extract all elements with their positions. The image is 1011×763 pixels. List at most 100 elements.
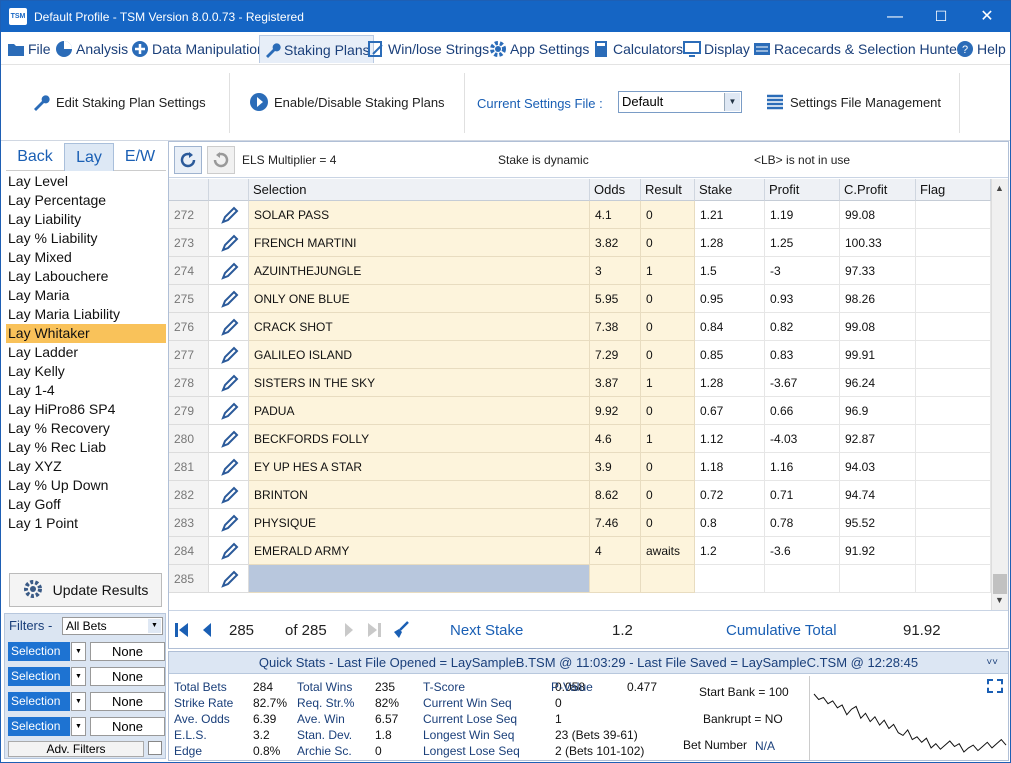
table-cell[interactable]: 1.18 <box>695 453 765 481</box>
plan-item[interactable]: Lay Maria <box>6 286 166 305</box>
plan-item[interactable]: Lay % Up Down <box>6 476 166 495</box>
table-cell[interactable]: 0.78 <box>765 509 840 537</box>
table-cell[interactable]: 0 <box>641 229 695 257</box>
table-cell[interactable]: 0.84 <box>695 313 765 341</box>
table-cell[interactable] <box>916 453 991 481</box>
table-cell[interactable]: 94.03 <box>840 453 916 481</box>
table-cell[interactable] <box>840 565 916 593</box>
last-record-button[interactable] <box>367 622 381 641</box>
table-cell[interactable]: 3.9 <box>590 453 641 481</box>
filter-field-select[interactable]: Selection <box>8 642 70 661</box>
table-cell[interactable]: 94.74 <box>840 481 916 509</box>
edit-staking-plan-button[interactable]: Edit Staking Plan Settings <box>31 92 206 112</box>
column-header[interactable]: Odds <box>590 179 641 201</box>
table-cell[interactable]: 1.2 <box>695 537 765 565</box>
filter-value[interactable]: None <box>90 642 165 661</box>
first-record-button[interactable] <box>175 622 189 641</box>
table-cell[interactable]: 1.19 <box>765 201 840 229</box>
table-cell[interactable]: 7.46 <box>590 509 641 537</box>
table-cell[interactable]: 0 <box>641 285 695 313</box>
edit-row-button[interactable] <box>209 201 249 229</box>
maximize-button[interactable]: ☐ <box>918 1 964 32</box>
plan-item[interactable]: Lay Mixed <box>6 248 166 267</box>
prev-record-button[interactable] <box>201 622 213 641</box>
table-cell[interactable]: 1.5 <box>695 257 765 285</box>
column-header[interactable]: C.Profit <box>840 179 916 201</box>
table-row[interactable]: 278 SISTERS IN THE SKY 3.87 1 1.28 -3.67 96.24 <box>169 369 991 397</box>
redo-button[interactable] <box>207 146 235 174</box>
plan-item[interactable]: Lay Labouchere <box>6 267 166 286</box>
table-row[interactable]: 276 CRACK SHOT 7.38 0 0.84 0.82 99.08 <box>169 313 991 341</box>
plan-item[interactable]: Lay Percentage <box>6 191 166 210</box>
table-cell[interactable]: 1.25 <box>765 229 840 257</box>
table-cell[interactable]: ONLY ONE BLUE <box>249 285 590 313</box>
plan-item[interactable]: Lay % Liability <box>6 229 166 248</box>
edit-row-button[interactable] <box>209 425 249 453</box>
table-cell[interactable]: 0.93 <box>765 285 840 313</box>
expand-icon[interactable] <box>987 679 1003 693</box>
table-cell[interactable] <box>916 285 991 313</box>
filter-field-select[interactable]: Selection <box>8 692 70 711</box>
plan-item[interactable]: Lay 1 Point <box>6 514 166 533</box>
table-cell[interactable]: 1 <box>641 257 695 285</box>
plan-item[interactable]: Lay 1-4 <box>6 381 166 400</box>
plan-item[interactable]: Lay % Recovery <box>6 419 166 438</box>
table-cell[interactable]: 3.87 <box>590 369 641 397</box>
chevron-down-icon[interactable]: ▼ <box>71 692 86 711</box>
filter-value[interactable]: None <box>90 692 165 711</box>
table-cell[interactable] <box>916 537 991 565</box>
table-cell[interactable]: BECKFORDS FOLLY <box>249 425 590 453</box>
table-cell[interactable] <box>916 229 991 257</box>
tab-back[interactable]: Back <box>6 143 64 171</box>
table-cell[interactable] <box>916 481 991 509</box>
table-cell[interactable]: GALILEO ISLAND <box>249 341 590 369</box>
bets-filter-select[interactable]: All Bets ▼ <box>62 617 163 635</box>
clear-button[interactable] <box>391 620 411 643</box>
table-cell[interactable]: -3.67 <box>765 369 840 397</box>
table-cell[interactable] <box>916 313 991 341</box>
table-cell[interactable] <box>695 565 765 593</box>
toggle-staking-plans-button[interactable]: Enable/Disable Staking Plans <box>249 92 445 112</box>
table-cell[interactable]: 95.52 <box>840 509 916 537</box>
menu-display[interactable]: Display <box>683 38 750 60</box>
table-cell[interactable]: 4.6 <box>590 425 641 453</box>
plan-item[interactable]: Lay HiPro86 SP4 <box>6 400 166 419</box>
table-cell[interactable]: 99.08 <box>840 313 916 341</box>
table-row[interactable]: 285 <box>169 565 991 593</box>
table-row[interactable]: 281 EY UP HES A STAR 3.9 0 1.18 1.16 94.03 <box>169 453 991 481</box>
table-cell[interactable]: 99.08 <box>840 201 916 229</box>
table-cell[interactable]: 0.8 <box>695 509 765 537</box>
table-cell[interactable]: 0 <box>641 313 695 341</box>
table-cell[interactable]: -3 <box>765 257 840 285</box>
plan-item[interactable]: Lay XYZ <box>6 457 166 476</box>
tab-lay[interactable]: Lay <box>64 143 114 171</box>
table-cell[interactable]: 0.82 <box>765 313 840 341</box>
table-cell[interactable]: 0.95 <box>695 285 765 313</box>
edit-row-button[interactable] <box>209 509 249 537</box>
table-row[interactable]: 280 BECKFORDS FOLLY 4.6 1 1.12 -4.03 92.87 <box>169 425 991 453</box>
table-cell[interactable]: 97.33 <box>840 257 916 285</box>
refresh-button[interactable] <box>174 146 202 174</box>
table-cell[interactable] <box>916 369 991 397</box>
table-cell[interactable]: -3.6 <box>765 537 840 565</box>
scroll-thumb[interactable] <box>993 574 1007 594</box>
table-cell[interactable]: 0 <box>641 201 695 229</box>
menu-data-manipulation[interactable]: Data Manipulation <box>131 38 265 60</box>
table-cell[interactable]: 96.9 <box>840 397 916 425</box>
table-cell[interactable]: 7.38 <box>590 313 641 341</box>
plan-item[interactable]: Lay Goff <box>6 495 166 514</box>
table-cell[interactable]: BRINTON <box>249 481 590 509</box>
grid-scrollbar[interactable]: ▲ ▼ <box>991 179 1008 610</box>
table-cell[interactable]: AZUINTHEJUNGLE <box>249 257 590 285</box>
table-cell[interactable]: EY UP HES A STAR <box>249 453 590 481</box>
tab-ew[interactable]: E/W <box>114 143 166 171</box>
table-cell[interactable]: 5.95 <box>590 285 641 313</box>
chevron-down-icon[interactable]: ▼ <box>995 595 1004 605</box>
table-cell[interactable]: 3 <box>590 257 641 285</box>
table-cell[interactable] <box>765 565 840 593</box>
table-cell[interactable]: 96.24 <box>840 369 916 397</box>
table-cell[interactable] <box>249 565 590 593</box>
table-cell[interactable]: 4 <box>590 537 641 565</box>
table-cell[interactable] <box>916 341 991 369</box>
plan-item[interactable]: Lay % Rec Liab <box>6 438 166 457</box>
